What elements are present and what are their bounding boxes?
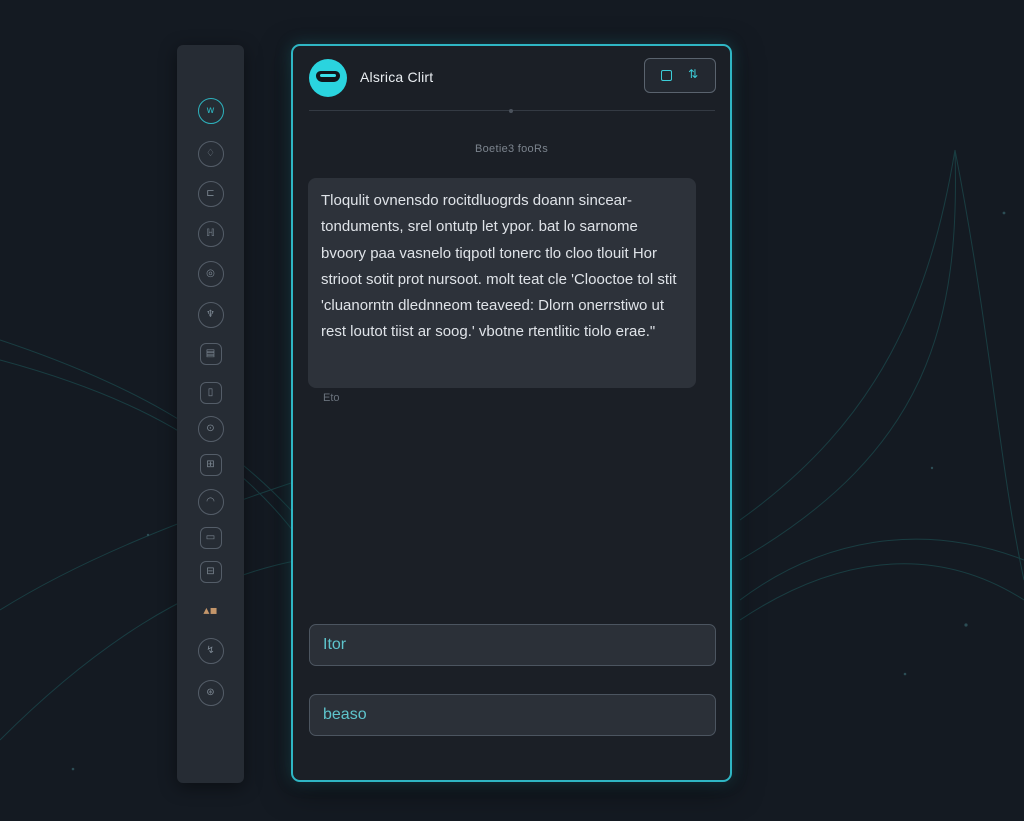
grid-icon[interactable]: ⊞ xyxy=(199,454,222,476)
secondary-input[interactable]: beaso xyxy=(309,694,716,736)
text-icon[interactable]: ℍ xyxy=(197,221,224,247)
shapes-icon[interactable]: ♢ xyxy=(197,141,224,167)
target-icon[interactable]: ◎ xyxy=(197,261,224,287)
message-bubble: Tloqulit ovnensdo rocitdluogrds doann si… xyxy=(308,178,696,388)
profile-icon[interactable]: ⊛ xyxy=(197,680,224,706)
view-toggle-button[interactable]: ⇅ xyxy=(644,58,716,93)
list-icon[interactable]: ▤ xyxy=(199,343,222,365)
assistant-avatar-icon xyxy=(309,59,347,97)
home-icon[interactable]: w xyxy=(197,98,224,124)
database-icon[interactable]: ⊟ xyxy=(199,561,222,583)
chat-panel: Alsrica Clirt ⇅ Boetie3 fooRs Tloqulit o… xyxy=(291,44,732,782)
alert-icon[interactable]: ▴▪ xyxy=(198,597,224,623)
message-input[interactable]: Itor xyxy=(309,624,716,666)
sidebar-rail: w ♢ ⊏ ℍ ◎ ♆ ▤ ▯ ⊙ ⊞ ◠ ▭ ⊟ ▴▪ ↯ ⊛ xyxy=(177,45,244,783)
swap-icon: ⇅ xyxy=(688,67,699,81)
avatar-visor xyxy=(316,71,340,82)
layers-icon[interactable]: ⊏ xyxy=(197,181,224,207)
window-icon[interactable]: ▭ xyxy=(199,527,222,549)
bolt-icon[interactable]: ↯ xyxy=(197,638,224,664)
anchor-icon[interactable]: ♆ xyxy=(197,302,224,328)
cloud-icon[interactable]: ◠ xyxy=(197,489,224,515)
app-title: Alsrica Clirt xyxy=(360,69,434,85)
conversation-timestamp: Boetie3 fooRs xyxy=(475,143,548,155)
square-icon xyxy=(661,70,672,81)
message-meta: Eto xyxy=(323,392,340,404)
document-icon[interactable]: ▯ xyxy=(199,382,222,404)
settings-icon[interactable]: ⊙ xyxy=(197,416,224,442)
divider-dot xyxy=(509,109,513,113)
